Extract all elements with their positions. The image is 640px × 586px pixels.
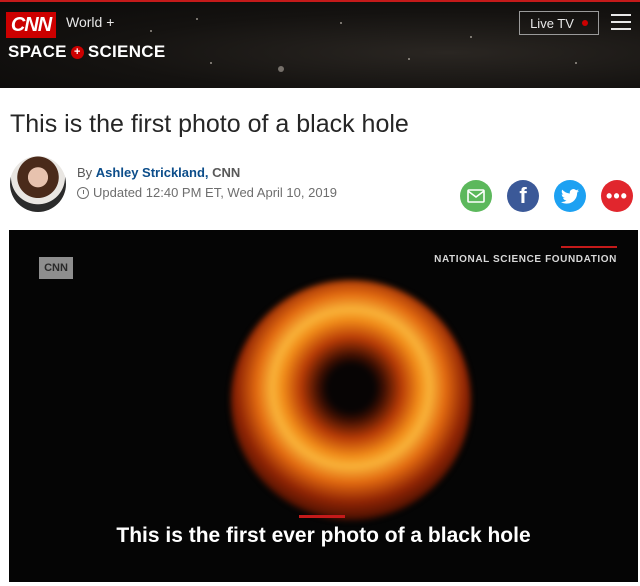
facebook-icon: f [519, 183, 527, 208]
hamburger-menu-icon[interactable] [611, 14, 631, 32]
updated-text: Updated 12:40 PM ET, Wed April 10, 2019 [93, 185, 338, 200]
cnn-logo[interactable]: CNN [6, 12, 56, 38]
section-name-space: SPACE [8, 42, 67, 61]
facebook-share-button[interactable]: f [507, 180, 539, 212]
section-name-science: SCIENCE [87, 42, 166, 61]
outlet-name: CNN [212, 165, 241, 180]
credit-accent-bar [561, 246, 617, 248]
plus-icon: + [70, 45, 84, 59]
more-share-button[interactable]: ••• [601, 180, 633, 212]
updated-timestamp: Updated 12:40 PM ET, Wed April 10, 2019 [77, 185, 337, 200]
byline-prefix: By [77, 165, 93, 180]
site-header: CNN World + SPACE + SCIENCE Live TV [0, 0, 640, 88]
author-link[interactable]: Ashley Strickland, [96, 165, 209, 180]
live-dot-icon [581, 20, 588, 26]
nav-world-link[interactable]: World + [66, 14, 114, 30]
live-tv-button[interactable]: Live TV [519, 11, 599, 35]
clock-icon [77, 186, 89, 199]
email-icon [467, 189, 485, 203]
caption-accent-bar [299, 515, 345, 518]
section-title[interactable]: SPACE + SCIENCE [8, 42, 165, 62]
image-credit: NATIONAL SCIENCE FOUNDATION [434, 254, 617, 265]
more-icon: ••• [606, 185, 628, 206]
email-share-button[interactable] [460, 180, 492, 212]
twitter-share-button[interactable] [554, 180, 586, 212]
author-avatar[interactable] [10, 156, 66, 212]
black-hole-image [231, 280, 471, 520]
article-headline: This is the first photo of a black hole [10, 110, 409, 138]
byline: By Ashley Strickland, CNN [77, 165, 240, 180]
twitter-icon [561, 188, 579, 204]
video-caption: This is the first ever photo of a black … [116, 524, 531, 547]
cnn-watermark: CNN [39, 257, 73, 279]
video-player[interactable]: CNN NATIONAL SCIENCE FOUNDATION This is … [9, 230, 638, 582]
live-tv-label: Live TV [530, 15, 574, 31]
header-top-line [0, 0, 640, 2]
